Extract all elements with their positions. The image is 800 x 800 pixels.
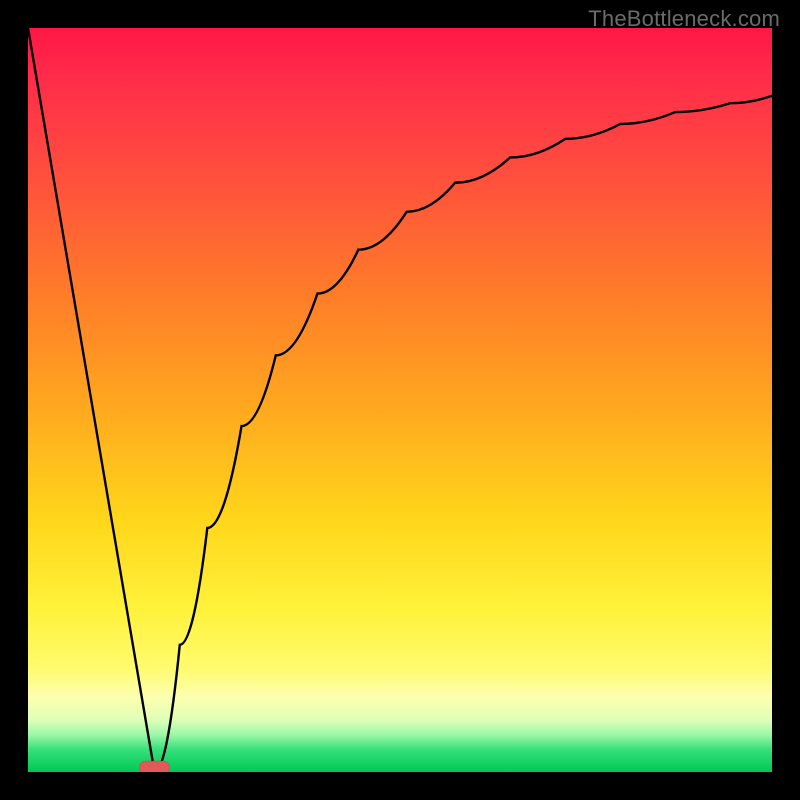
bottleneck-curve [28, 28, 772, 772]
minimum-marker [139, 761, 169, 772]
chart-frame: TheBottleneck.com [0, 0, 800, 800]
curve-right-branch [154, 96, 772, 772]
curve-left-branch [28, 28, 154, 772]
plot-area [28, 28, 772, 772]
